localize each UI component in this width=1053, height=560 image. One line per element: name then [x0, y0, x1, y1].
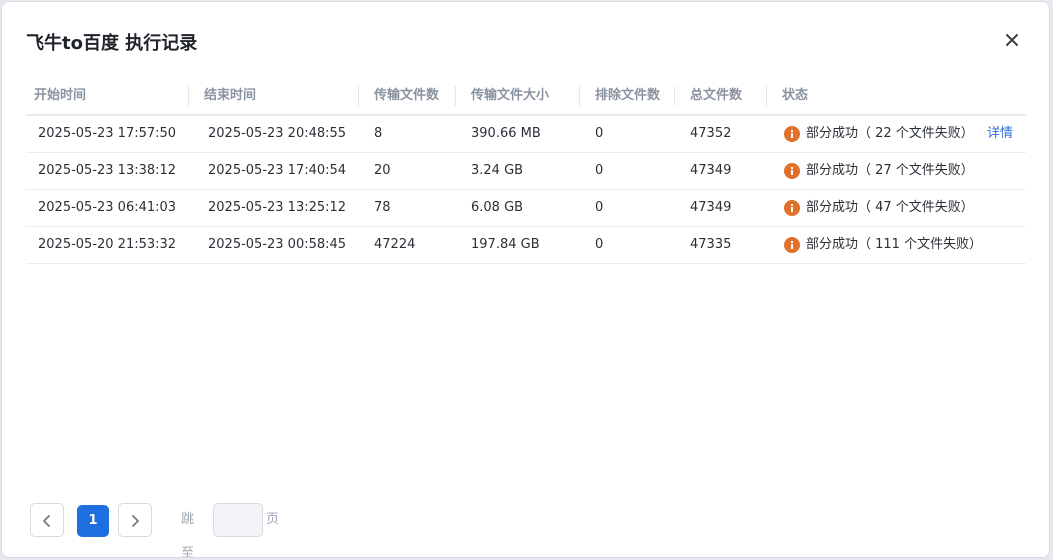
jump-to-label: 跳至 [181, 512, 195, 558]
cell-start-time: 2025-05-20 21:53:32 [38, 237, 177, 252]
cell-start-time: 2025-05-23 06:41:03 [38, 200, 177, 215]
table-row: 2025-05-23 17:57:50 2025-05-23 20:48:55 … [26, 116, 1026, 153]
close-button[interactable] [1001, 29, 1023, 51]
dialog-title: 飞牛to百度 执行记录 [26, 33, 198, 54]
cell-total-count: 47352 [690, 126, 732, 141]
cell-end-time: 2025-05-23 20:48:55 [208, 126, 347, 141]
warning-info-icon [784, 126, 800, 142]
cell-transferred-size: 3.24 GB [471, 163, 524, 178]
warning-info-icon [784, 163, 800, 179]
chevron-right-icon [132, 515, 139, 527]
cell-transferred-count: 20 [374, 163, 391, 178]
header-excluded-count: 排除文件数 [595, 88, 661, 103]
header-divider [579, 86, 580, 106]
cell-end-time: 2025-05-23 17:40:54 [208, 163, 347, 178]
cell-end-time: 2025-05-23 00:58:45 [208, 237, 347, 252]
header-divider [674, 86, 675, 106]
chevron-left-icon [43, 515, 50, 527]
header-end-time: 结束时间 [204, 88, 257, 103]
cell-status: 部分成功（ 47 个文件失败） [784, 190, 974, 226]
cell-status: 部分成功（ 27 个文件失败） [784, 153, 974, 189]
cell-start-time: 2025-05-23 13:38:12 [38, 163, 177, 178]
cell-status: 部分成功（ 22 个文件失败） [784, 116, 974, 152]
cell-transferred-size: 390.66 MB [471, 126, 541, 141]
records-table: 开始时间 结束时间 传输文件数 传输文件大小 排除文件数 总文件数 状态 202… [26, 78, 1026, 264]
header-transferred-size: 传输文件大小 [471, 88, 550, 103]
header-divider [455, 86, 456, 106]
cell-excluded-count: 0 [595, 163, 604, 178]
status-text: 部分成功（ 47 个文件失败） [806, 200, 974, 215]
status-text: 部分成功（ 27 个文件失败） [806, 163, 974, 178]
header-divider [358, 86, 359, 106]
page-number-current[interactable]: 1 [77, 505, 109, 537]
cell-transferred-size: 197.84 GB [471, 237, 540, 252]
page-suffix-label: 页 [266, 512, 280, 527]
header-status: 状态 [782, 88, 809, 103]
cell-excluded-count: 0 [595, 200, 604, 215]
warning-info-icon [784, 237, 800, 253]
cell-transferred-count: 47224 [374, 237, 416, 252]
cell-transferred-size: 6.08 GB [471, 200, 524, 215]
cell-end-time: 2025-05-23 13:25:12 [208, 200, 347, 215]
header-divider [188, 86, 189, 106]
header-transferred-count: 传输文件数 [374, 88, 440, 103]
cell-transferred-count: 78 [374, 200, 391, 215]
table-row: 2025-05-23 13:38:12 2025-05-23 17:40:54 … [26, 153, 1026, 190]
prev-page-button[interactable] [30, 503, 64, 537]
cell-excluded-count: 0 [595, 237, 604, 252]
cell-total-count: 47349 [690, 163, 732, 178]
status-text: 部分成功（ 22 个文件失败） [806, 126, 974, 141]
detail-link[interactable]: 详情 [987, 116, 1013, 152]
cell-transferred-count: 8 [374, 126, 383, 141]
cell-start-time: 2025-05-23 17:57:50 [38, 126, 177, 141]
jump-page-input[interactable] [213, 503, 263, 537]
status-text: 部分成功（ 111 个文件失败） [806, 237, 983, 252]
table-row: 2025-05-20 21:53:32 2025-05-23 00:58:45 … [26, 227, 1026, 264]
next-page-button[interactable] [118, 503, 152, 537]
cell-status: 部分成功（ 111 个文件失败） [784, 227, 982, 263]
close-icon [1006, 34, 1018, 46]
cell-total-count: 47335 [690, 237, 732, 252]
table-header: 开始时间 结束时间 传输文件数 传输文件大小 排除文件数 总文件数 状态 [26, 78, 1026, 116]
header-start-time: 开始时间 [34, 88, 87, 103]
execution-record-dialog: 飞牛to百度 执行记录 开始时间 结束时间 传输文件数 传输文件大小 排除文件数… [1, 1, 1050, 558]
warning-info-icon [784, 200, 800, 216]
header-divider [766, 86, 767, 106]
table-row: 2025-05-23 06:41:03 2025-05-23 13:25:12 … [26, 190, 1026, 227]
cell-excluded-count: 0 [595, 126, 604, 141]
header-total-count: 总文件数 [690, 88, 743, 103]
cell-total-count: 47349 [690, 200, 732, 215]
